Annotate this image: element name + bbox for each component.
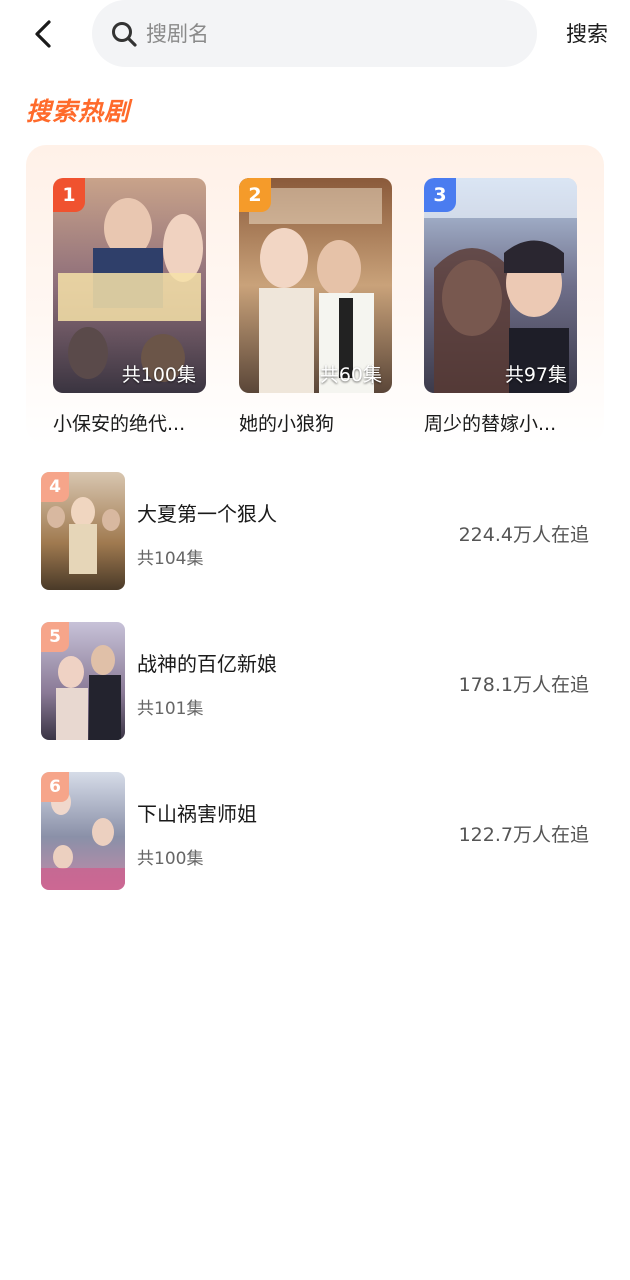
episode-count: 共60集 [319,364,382,386]
drama-title: 小保安的绝代... [53,413,186,435]
rank-badge: 5 [41,622,69,652]
follower-count: 178.1万人在追 [458,674,589,696]
list-item[interactable]: 5 战神的百亿新娘 共101集 178.1万人在追 [41,622,601,740]
rank-badge: 1 [53,178,85,212]
rank-badge: 2 [239,178,271,212]
episode-count: 共101集 [137,699,204,719]
drama-title: 她的小狼狗 [239,413,335,435]
search-box[interactable] [92,0,537,67]
search-button[interactable]: 搜索 [566,18,608,48]
drama-card[interactable]: 3 共97集 周少的替嫁小... [424,178,577,436]
drama-title: 战神的百亿新娘 [137,652,277,676]
episode-count: 共100集 [121,364,196,386]
section-title: 搜索热剧 [26,97,131,126]
rank-badge: 4 [41,472,69,502]
drama-thumbnail: 6 [41,772,125,890]
hot-dramas-panel: 1 共100集 小保安的绝代... 2 共60集 她的小狼狗 3 共97集 周少… [26,145,604,445]
drama-poster: 1 共100集 [53,178,206,393]
chevron-left-icon [35,20,51,48]
list-item[interactable]: 4 大夏第一个狠人 共104集 224.4万人在追 [41,472,601,590]
episode-count: 共97集 [504,364,567,386]
list-item[interactable]: 6 下山祸害师姐 共100集 122.7万人在追 [41,772,601,890]
episode-count: 共100集 [137,849,204,869]
search-icon [112,21,137,47]
back-button[interactable] [22,12,66,56]
drama-title: 周少的替嫁小... [424,413,557,435]
rank-badge: 3 [424,178,456,212]
drama-thumbnail: 4 [41,472,125,590]
drama-title: 下山祸害师姐 [137,802,257,826]
drama-card[interactable]: 1 共100集 小保安的绝代... [53,178,206,436]
top-bar: 搜索 [0,0,630,70]
drama-poster: 2 共60集 [239,178,392,393]
drama-card[interactable]: 2 共60集 她的小狼狗 [239,178,392,436]
drama-thumbnail: 5 [41,622,125,740]
search-page: 搜索 搜索热剧 [0,0,630,1280]
follower-count: 122.7万人在追 [458,824,589,846]
follower-count: 224.4万人在追 [458,524,589,546]
search-input[interactable] [146,21,506,46]
episode-count: 共104集 [137,549,204,569]
rank-badge: 6 [41,772,69,802]
drama-poster: 3 共97集 [424,178,577,393]
drama-title: 大夏第一个狠人 [137,502,277,526]
